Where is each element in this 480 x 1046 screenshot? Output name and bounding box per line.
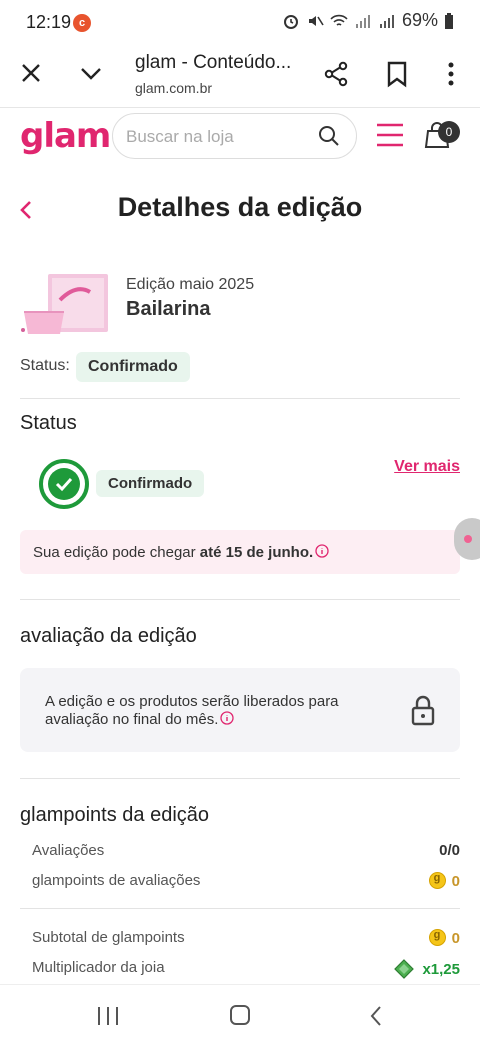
- info-icon[interactable]: [220, 711, 235, 725]
- points-row-label: Avaliações: [32, 842, 105, 859]
- close-icon[interactable]: [18, 60, 44, 86]
- battery-icon: [445, 12, 453, 29]
- bookmark-icon[interactable]: [384, 60, 410, 88]
- divider: [20, 599, 460, 600]
- site-header: glam Buscar na loja: [0, 108, 480, 164]
- menu-icon[interactable]: [376, 122, 404, 148]
- lock-icon: [411, 695, 435, 726]
- status-label: Status:: [20, 357, 70, 374]
- more-options-icon[interactable]: [440, 60, 462, 88]
- points-row: Subtotal de glampoints 0: [32, 929, 460, 947]
- browser-toolbar: glam - Conteúdo... glam.com.br: [0, 44, 480, 108]
- search-placeholder: Buscar na loja: [126, 127, 234, 146]
- delivery-notice-text: Sua edição pode chegar até 15 de junho.: [33, 544, 329, 561]
- status-bar: 12:19 c 69%: [0, 0, 480, 44]
- back-nav-icon[interactable]: [368, 1004, 384, 1028]
- cart-count-badge: 0: [438, 121, 460, 143]
- glampoint-coin-icon: [428, 872, 446, 889]
- status-timeline-badge: Confirmado: [96, 470, 205, 497]
- points-row-value: 0: [451, 930, 460, 947]
- recent-apps-icon[interactable]: [96, 1005, 120, 1027]
- delivery-notice: Sua edição pode chegar até 15 de junho.: [20, 530, 460, 574]
- status-badge: Confirmado: [76, 352, 190, 382]
- points-row-label: glampoints de avaliações: [32, 872, 201, 889]
- share-icon[interactable]: [322, 60, 350, 88]
- info-icon[interactable]: [315, 544, 329, 558]
- wifi-icon: [330, 14, 348, 26]
- battery-percent: 69%: [401, 10, 438, 30]
- points-row-label: Multiplicador da joia: [32, 959, 165, 976]
- points-row: glampoints de avaliações 0: [32, 872, 460, 890]
- see-more-link[interactable]: Ver mais: [394, 458, 460, 476]
- page-title: Detalhes da edição: [117, 192, 363, 222]
- glam-logo[interactable]: glam: [20, 116, 111, 156]
- check-circle-icon: [39, 459, 89, 509]
- handle-dot: [464, 535, 472, 543]
- points-row: Avaliações 0/0: [32, 842, 460, 859]
- points-row-value: x1,25: [422, 961, 460, 978]
- glampoints-section-title: glampoints da edição: [20, 804, 210, 826]
- review-locked-box: A edição e os produtos serão liberados p…: [20, 668, 460, 752]
- edition-product-image: [21, 274, 108, 334]
- divider: [20, 778, 460, 779]
- search-icon[interactable]: [318, 125, 340, 147]
- url-text[interactable]: glam.com.br: [135, 80, 212, 96]
- chevron-down-icon[interactable]: [78, 60, 104, 86]
- gem-icon: [394, 959, 415, 979]
- alarm-icon: [283, 14, 298, 29]
- divider: [20, 398, 460, 399]
- notification-icon: c: [73, 14, 91, 32]
- signal-icon: [355, 14, 370, 28]
- edition-month: Edição maio 2025: [126, 276, 255, 293]
- system-nav-bar: [0, 984, 480, 1046]
- glampoint-coin-icon: [428, 929, 446, 946]
- status-icons: 69%: [282, 10, 454, 31]
- points-row-label: Subtotal de glampoints: [32, 929, 185, 946]
- divider: [20, 908, 460, 909]
- floating-handle[interactable]: [454, 518, 480, 560]
- search-input[interactable]: Buscar na loja: [112, 113, 357, 159]
- review-section-title: avaliação da edição: [20, 625, 197, 647]
- signal-icon-2: [379, 14, 394, 28]
- mute-icon: [308, 15, 324, 26]
- status-section-title: Status: [20, 412, 77, 434]
- points-row-value: 0/0: [439, 842, 460, 859]
- review-locked-text: A edição e os produtos serão liberados p…: [45, 693, 339, 728]
- points-row: Multiplicador da joia x1,25: [32, 959, 460, 979]
- clock: 12:19: [26, 12, 72, 32]
- home-icon[interactable]: [229, 1004, 251, 1026]
- page-title-browser: glam - Conteúdo...: [135, 52, 292, 73]
- edition-name: Bailarina: [126, 298, 211, 320]
- points-row-value: 0: [451, 873, 460, 890]
